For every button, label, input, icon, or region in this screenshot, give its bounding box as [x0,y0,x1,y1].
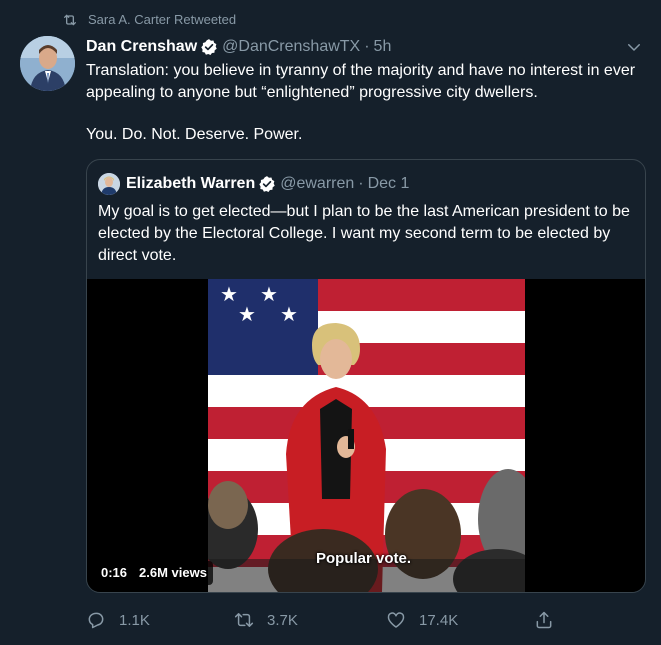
quoted-tweet-text: My goal is to get elected—but I plan to … [98,203,630,264]
tweet-header: Dan Crenshaw @DanCrenshawTX · 5h [86,36,641,58]
tweet-actions: 1.1K 3.7K 17.4K [86,608,566,632]
retweet-button[interactable]: 3.7K [234,608,298,632]
share-button[interactable] [534,608,554,632]
reply-icon [88,612,104,629]
reply-button[interactable]: 1.1K [86,608,150,632]
avatar[interactable] [20,36,75,91]
svg-text:★: ★ [220,282,238,306]
separator-dot: · [364,38,370,55]
separator-dot: · [358,175,364,192]
author-handle[interactable]: @DanCrenshawTX [222,38,360,56]
quoted-tweet-header: Elizabeth Warren @ewarren · Dec 1 [98,173,409,195]
retweet-banner: Sara A. Carter Retweeted [62,12,236,28]
tweet-paragraph: You. Do. Not. Deserve. Power. [86,126,303,143]
svg-text:★: ★ [280,302,298,326]
quoted-author-name[interactable]: Elizabeth Warren [126,175,255,193]
video-duration: 0:16 [95,561,134,585]
reply-count: 1.1K [119,611,150,629]
retweet-banner-text[interactable]: Sara A. Carter Retweeted [88,12,236,28]
verified-badge-icon [201,39,217,56]
heart-icon [387,612,405,628]
chevron-down-icon[interactable] [625,38,643,56]
like-button[interactable]: 17.4K [386,608,458,632]
retweet-count: 3.7K [267,611,298,629]
retweet-icon [234,613,254,627]
quoted-tweet-timestamp[interactable]: Dec 1 [368,175,410,193]
author-name[interactable]: Dan Crenshaw [86,38,197,56]
svg-text:★: ★ [238,302,256,326]
quoted-avatar [98,173,120,195]
video-thumbnail: ★ ★ ★ ★ [208,279,525,592]
quoted-tweet[interactable]: Elizabeth Warren @ewarren · Dec 1 My goa… [86,159,646,593]
video-caption: Popular vote. [316,550,412,567]
tweet-timestamp[interactable]: 5h [374,38,392,56]
tweet-text: Translation: you believe in tyranny of t… [86,60,636,146]
retweet-icon [64,14,76,26]
video-views: 2.6M views [133,561,213,585]
verified-badge-icon [259,176,275,193]
share-icon [536,611,552,629]
like-count: 17.4K [419,611,459,629]
video-player[interactable]: ★ ★ ★ ★ Popular vote. 0:16 2.6M views [87,279,645,592]
tweet-paragraph: Translation: you believe in tyranny of t… [86,62,636,101]
svg-text:★: ★ [260,282,278,306]
tweet[interactable]: Sara A. Carter Retweeted Dan Crenshaw @D… [0,0,661,645]
quoted-author-handle[interactable]: @ewarren [280,175,354,193]
